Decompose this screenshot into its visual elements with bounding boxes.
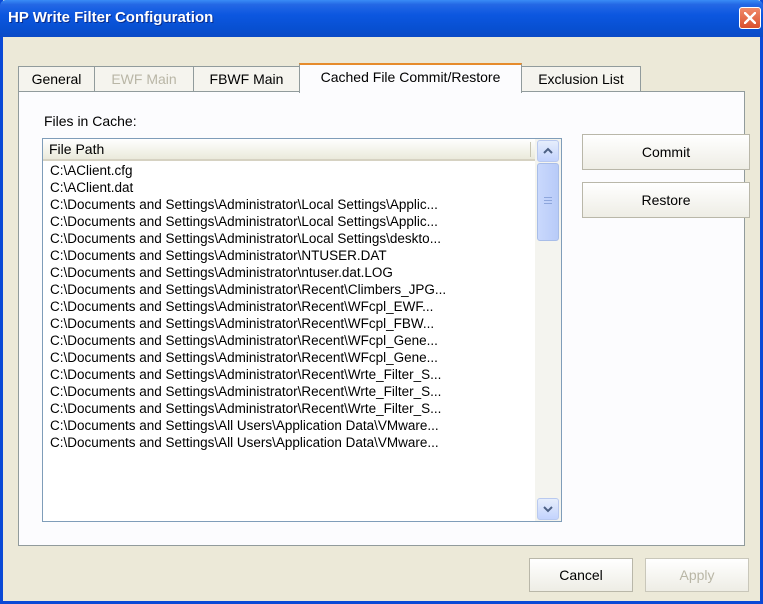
column-header-label: File Path (49, 141, 105, 157)
scroll-down-button[interactable] (537, 498, 559, 520)
tab-fbwf-main[interactable]: FBWF Main (193, 66, 300, 92)
apply-button: Apply (645, 558, 749, 592)
close-button[interactable] (739, 7, 761, 29)
list-item[interactable]: C:\Documents and Settings\Administrator\… (43, 400, 535, 417)
tab-ewf-main: EWF Main (94, 66, 194, 92)
restore-button[interactable]: Restore (582, 182, 750, 218)
list-item[interactable]: C:\Documents and Settings\Administrator\… (43, 281, 535, 298)
list-item[interactable]: C:\Documents and Settings\Administrator\… (43, 213, 535, 230)
list-item[interactable]: C:\Documents and Settings\Administrator\… (43, 332, 535, 349)
list-item[interactable]: C:\AClient.dat (43, 179, 535, 196)
list-item[interactable]: C:\Documents and Settings\Administrator\… (43, 349, 535, 366)
grip-line (544, 203, 552, 204)
vertical-scrollbar[interactable] (535, 139, 561, 521)
list-item[interactable]: C:\Documents and Settings\All Users\Appl… (43, 417, 535, 434)
scroll-up-arrow-icon (543, 147, 553, 154)
column-header-file-path[interactable]: File Path (43, 139, 535, 161)
list-item[interactable]: C:\Documents and Settings\Administrator\… (43, 196, 535, 213)
list-item[interactable]: C:\Documents and Settings\Administrator\… (43, 264, 535, 281)
scroll-down-arrow-icon (543, 506, 553, 513)
list-item[interactable]: C:\Documents and Settings\Administrator\… (43, 298, 535, 315)
title-bar[interactable]: HP Write Filter Configuration (0, 0, 763, 37)
column-separator[interactable] (530, 142, 531, 157)
tab-cached-file-commit-restore[interactable]: Cached File Commit/Restore (299, 63, 522, 93)
scroll-up-button[interactable] (537, 140, 559, 162)
window-title: HP Write Filter Configuration (8, 9, 214, 26)
list-item[interactable]: C:\Documents and Settings\Administrator\… (43, 230, 535, 247)
grip-line (544, 200, 552, 201)
cached-files-list[interactable]: File Path C:\AClient.cfg C:\AClient.dat … (42, 138, 562, 522)
list-item[interactable]: C:\Documents and Settings\All Users\Appl… (43, 434, 535, 451)
files-in-cache-label: Files in Cache: (44, 113, 137, 129)
list-item[interactable]: C:\AClient.cfg (43, 162, 535, 179)
list-item[interactable]: C:\Documents and Settings\Administrator\… (43, 366, 535, 383)
list-item[interactable]: C:\Documents and Settings\Administrator\… (43, 247, 535, 264)
cancel-button[interactable]: Cancel (529, 558, 633, 592)
tab-exclusion-list[interactable]: Exclusion List (521, 66, 641, 92)
tab-general[interactable]: General (18, 66, 95, 92)
grip-line (544, 197, 552, 198)
list-item[interactable]: C:\Documents and Settings\Administrator\… (43, 383, 535, 400)
close-icon (744, 12, 756, 24)
scroll-thumb[interactable] (537, 163, 559, 241)
commit-button[interactable]: Commit (582, 134, 750, 170)
list-item[interactable]: C:\Documents and Settings\Administrator\… (43, 315, 535, 332)
file-rows: C:\AClient.cfg C:\AClient.dat C:\Documen… (43, 162, 535, 451)
